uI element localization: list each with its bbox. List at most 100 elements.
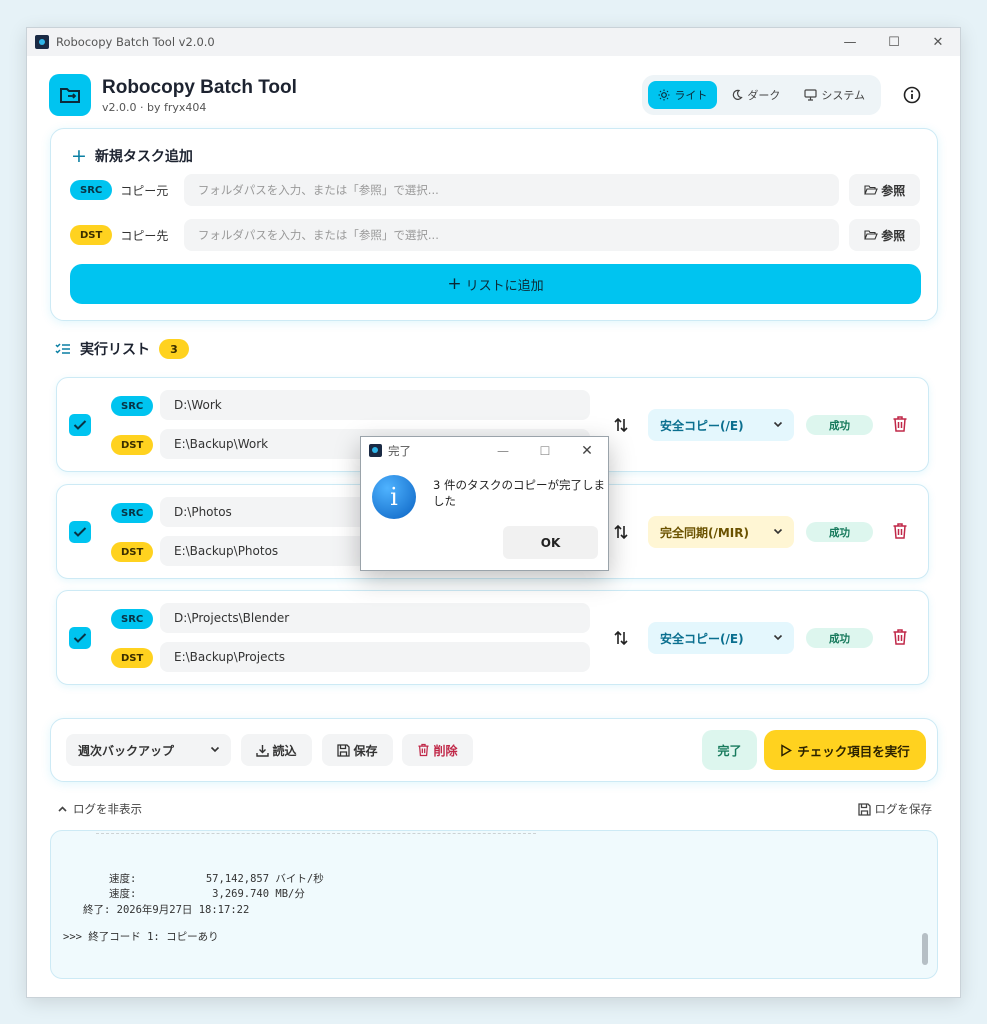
- minimize-button[interactable]: —: [828, 28, 872, 56]
- dialog-maximize-button[interactable]: ☐: [524, 437, 566, 464]
- src-tag: SRC: [70, 180, 113, 200]
- task-destination-path[interactable]: E:\Backup\Projects: [160, 642, 590, 672]
- task-checkbox[interactable]: [69, 414, 91, 436]
- source-path-input[interactable]: フォルダパスを入力、または「参照」で選択...: [183, 174, 840, 206]
- theme-light-label: ライト: [674, 89, 708, 102]
- dialog-close-button[interactable]: ✕: [566, 437, 608, 464]
- task-card: SRC DST D:\Projects\Blender E:\Backup\Pr…: [56, 590, 929, 685]
- status-badge: 成功: [806, 628, 873, 648]
- destination-browse-button[interactable]: 参照: [849, 219, 920, 251]
- sun-icon: [658, 89, 670, 101]
- copy-mode-select[interactable]: 完全同期(/MIR): [648, 516, 794, 548]
- chevron-down-icon: [773, 634, 783, 641]
- run-label: チェック項目を実行: [797, 743, 910, 759]
- log-line: >>> 終了コード 1: コピーあり: [63, 931, 219, 943]
- delete-task-button[interactable]: [892, 628, 912, 648]
- check-icon: [73, 527, 87, 537]
- add-to-list-button[interactable]: + リストに追加: [70, 264, 921, 304]
- app-icon: [369, 444, 382, 457]
- dialog-title: 完了: [388, 443, 411, 458]
- plus-icon: +: [447, 274, 462, 294]
- add-task-heading: + 新規タスク追加: [71, 145, 193, 167]
- dst-tag: DST: [111, 648, 154, 668]
- hide-log-button[interactable]: ログを非表示: [57, 801, 142, 817]
- run-checked-button[interactable]: チェック項目を実行: [764, 730, 926, 770]
- plus-icon: +: [71, 145, 87, 167]
- log-toolbar: ログを非表示 ログを保存: [57, 801, 932, 819]
- copy-mode-select[interactable]: 安全コピー(/E): [648, 409, 794, 441]
- info-button[interactable]: [901, 84, 923, 106]
- folder-open-icon: [864, 185, 879, 195]
- moon-icon: [733, 89, 743, 100]
- src-tag: SRC: [111, 503, 154, 523]
- theme-system-button[interactable]: システム: [794, 81, 875, 109]
- log-line: 速度: 57,142,857 バイト/秒: [109, 873, 324, 885]
- dialog-title-bar: 完了 — ☐ ✕: [361, 437, 608, 464]
- status-badge: 成功: [806, 415, 873, 435]
- copy-mode-value: 安全コピー(/E): [660, 418, 744, 433]
- swap-button[interactable]: [610, 521, 632, 543]
- source-browse-label: 参照: [881, 183, 906, 198]
- action-bar: 週次バックアップ 読込 保存 削除 完了 チェック項目を実行: [50, 718, 938, 782]
- check-icon: [73, 420, 87, 430]
- log-scrollbar[interactable]: [922, 933, 928, 965]
- app-logo-icon: [49, 74, 91, 116]
- preset-select[interactable]: 週次バックアップ: [66, 734, 231, 766]
- monitor-icon: [804, 89, 817, 101]
- app-icon: [35, 35, 49, 49]
- close-button[interactable]: ✕: [916, 28, 960, 56]
- task-source-path[interactable]: D:\Projects\Blender: [160, 603, 590, 633]
- destination-label: コピー先: [120, 228, 169, 243]
- task-count-badge: 3: [159, 339, 189, 359]
- theme-light-button[interactable]: ライト: [648, 81, 718, 109]
- maximize-button[interactable]: ☐: [872, 28, 916, 56]
- chevron-down-icon: [210, 746, 220, 753]
- swap-button[interactable]: [610, 414, 632, 436]
- chevron-down-icon: [773, 528, 783, 535]
- app-header: Robocopy Batch Tool v2.0.0 · by fryx404 …: [49, 73, 929, 117]
- swap-vertical-icon: [614, 524, 628, 540]
- theme-dark-button[interactable]: ダーク: [721, 81, 790, 109]
- task-list-heading: 実行リスト 3: [55, 339, 189, 359]
- swap-button[interactable]: [610, 627, 632, 649]
- dst-tag: DST: [111, 542, 154, 562]
- trash-icon: [418, 743, 430, 757]
- chevron-up-icon: [58, 805, 67, 812]
- dialog-minimize-button[interactable]: —: [482, 437, 524, 464]
- folder-open-icon: [864, 230, 879, 240]
- task-checkbox[interactable]: [69, 521, 91, 543]
- destination-row: DST コピー先 フォルダパスを入力、または「参照」で選択... 参照: [70, 219, 920, 251]
- done-status-button[interactable]: 完了: [702, 730, 757, 770]
- task-source-path[interactable]: D:\Work: [160, 390, 590, 420]
- hide-log-label: ログを非表示: [73, 802, 142, 816]
- swap-vertical-icon: [614, 417, 628, 433]
- delete-task-button[interactable]: [892, 522, 912, 542]
- save-preset-button[interactable]: 保存: [322, 734, 393, 766]
- save-log-button[interactable]: ログを保存: [857, 801, 933, 817]
- load-preset-button[interactable]: 読込: [241, 734, 312, 766]
- completion-dialog: 完了 — ☐ ✕ i 3 件のタスクのコピーが完了しました OK: [360, 436, 609, 571]
- save-icon: [337, 743, 351, 757]
- task-checkbox[interactable]: [69, 627, 91, 649]
- save-log-label: ログを保存: [874, 802, 933, 816]
- delete-label: 削除: [433, 743, 458, 758]
- theme-system-label: システム: [821, 89, 865, 102]
- log-clipped-line: [96, 833, 536, 841]
- trash-icon: [893, 629, 907, 645]
- add-to-list-label: リストに追加: [465, 278, 544, 294]
- dialog-message: 3 件のタスクのコピーが完了しました: [433, 478, 605, 508]
- source-browse-button[interactable]: 参照: [849, 174, 920, 206]
- app-version: v2.0.0 · by fryx404: [102, 100, 207, 114]
- add-task-card: + 新規タスク追加 SRC コピー元 フォルダパスを入力、または「参照」で選択.…: [50, 128, 938, 321]
- info-icon: [903, 86, 921, 104]
- delete-preset-button[interactable]: 削除: [402, 734, 473, 766]
- copy-mode-select[interactable]: 安全コピー(/E): [648, 622, 794, 654]
- app-name: Robocopy Batch Tool: [102, 76, 297, 98]
- theme-switcher: ライト ダーク システム: [642, 75, 881, 115]
- chevron-down-icon: [773, 421, 783, 428]
- trash-icon: [893, 523, 907, 539]
- ok-button[interactable]: OK: [503, 526, 598, 559]
- destination-path-input[interactable]: フォルダパスを入力、または「参照」で選択...: [183, 219, 840, 251]
- delete-task-button[interactable]: [892, 415, 912, 435]
- log-output[interactable]: 速度: 57,142,857 バイト/秒 速度: 3,269.740 MB/分 …: [50, 830, 938, 979]
